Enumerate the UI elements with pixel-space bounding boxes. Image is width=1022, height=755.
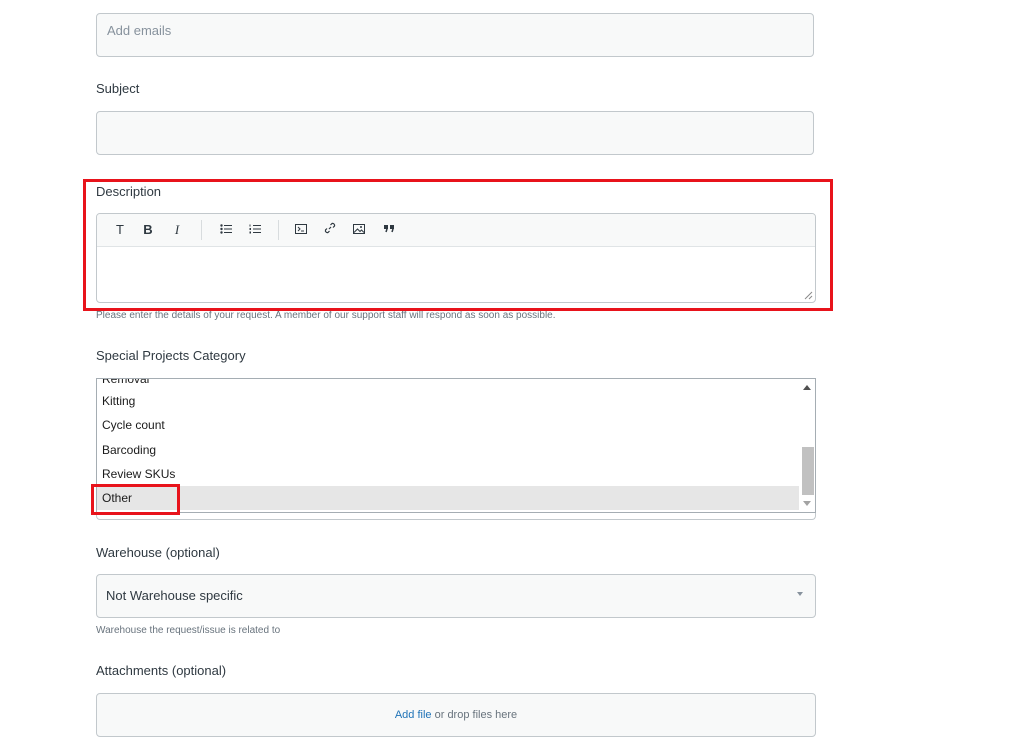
numbered-list-icon[interactable] bbox=[246, 221, 264, 239]
description-hint: Please enter the details of your request… bbox=[96, 310, 556, 321]
listbox-scrollbar[interactable] bbox=[799, 379, 815, 512]
italic-button[interactable]: I bbox=[168, 221, 186, 239]
scroll-down-arrow-icon[interactable] bbox=[803, 501, 811, 506]
subject-label: Subject bbox=[96, 81, 140, 96]
description-editor: T B I bbox=[96, 213, 816, 303]
list-item[interactable]: Kitting bbox=[97, 389, 799, 413]
warehouse-label: Warehouse (optional) bbox=[96, 545, 220, 560]
cc-emails-placeholder: Add emails bbox=[107, 23, 172, 38]
attachments-label: Attachments (optional) bbox=[96, 663, 227, 678]
quote-icon[interactable] bbox=[380, 221, 398, 239]
description-label: Description bbox=[96, 184, 162, 199]
warehouse-select[interactable]: Not Warehouse specific bbox=[96, 574, 816, 618]
link-icon[interactable] bbox=[321, 221, 339, 239]
cc-emails-input[interactable]: Add emails bbox=[96, 13, 814, 57]
list-item-selected[interactable]: Other bbox=[97, 486, 799, 510]
toolbar-divider bbox=[278, 220, 279, 240]
list-item[interactable]: Cycle count bbox=[97, 413, 799, 437]
add-file-link[interactable]: Add file bbox=[395, 709, 432, 721]
list-item[interactable]: Review SKUs bbox=[97, 462, 799, 486]
warehouse-hint: Warehouse the request/issue is related t… bbox=[96, 625, 281, 636]
bulleted-list-icon[interactable] bbox=[217, 221, 235, 239]
image-icon[interactable] bbox=[350, 221, 368, 239]
list-item[interactable]: Barcoding bbox=[97, 438, 799, 462]
category-listbox[interactable]: Removal Kitting Cycle count Barcoding Re… bbox=[96, 378, 816, 513]
scroll-up-arrow-icon[interactable] bbox=[803, 385, 811, 390]
warehouse-select-value: Not Warehouse specific bbox=[106, 588, 243, 603]
attachments-dropzone[interactable]: Add file or drop files here bbox=[96, 693, 816, 737]
scroll-thumb[interactable] bbox=[802, 447, 814, 495]
chevron-down-icon bbox=[797, 592, 803, 596]
bold-button[interactable]: B bbox=[139, 221, 157, 239]
code-block-icon[interactable] bbox=[292, 221, 310, 239]
toolbar-divider bbox=[201, 220, 202, 240]
text-format-button[interactable]: T bbox=[111, 221, 129, 239]
category-label: Special Projects Category bbox=[96, 348, 246, 363]
request-form: Add emails Subject Description T B I Ple… bbox=[0, 0, 1022, 755]
subject-input[interactable] bbox=[96, 111, 814, 155]
drop-files-text: or drop files here bbox=[431, 709, 518, 721]
description-textarea[interactable] bbox=[97, 247, 815, 302]
editor-toolbar: T B I bbox=[97, 214, 815, 247]
resize-handle-icon[interactable] bbox=[804, 291, 813, 300]
